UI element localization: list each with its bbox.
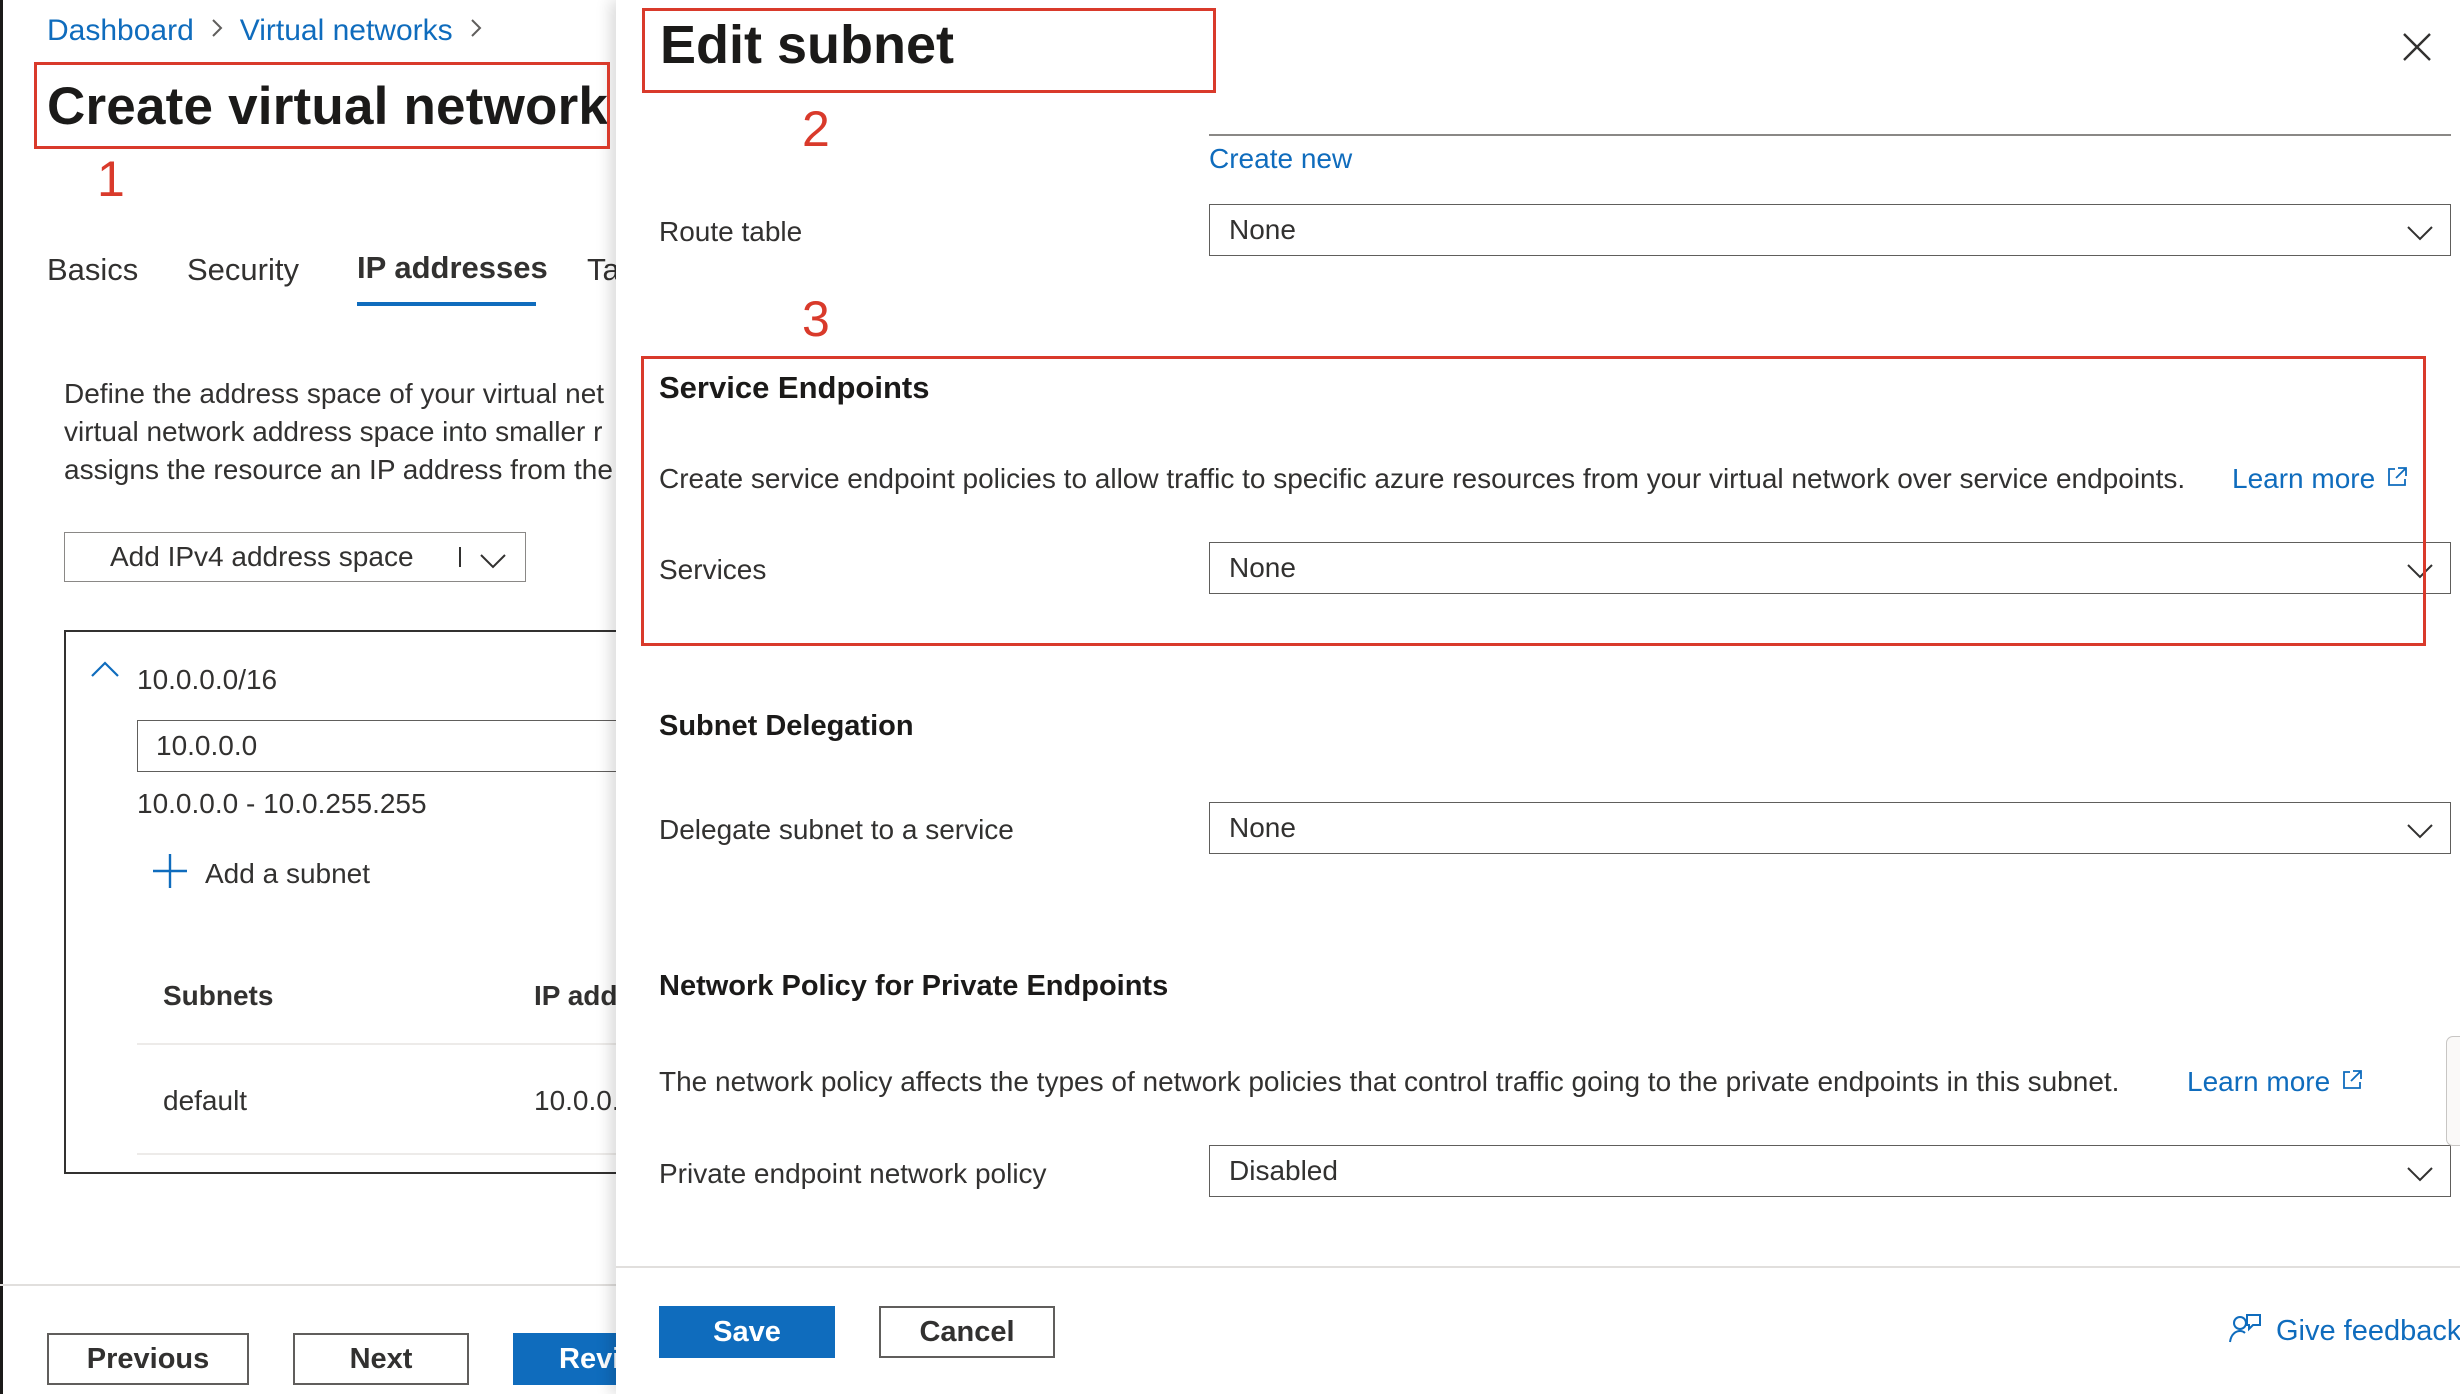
- input-underline: [1209, 134, 2451, 136]
- close-icon[interactable]: [2402, 32, 2432, 67]
- intro-line: virtual network address space into small…: [64, 416, 603, 447]
- address-range: 10.0.0.0 - 10.0.255.255: [137, 788, 427, 819]
- panel-footer-divider: [616, 1266, 2460, 1268]
- subnet-default-link[interactable]: default: [163, 1085, 247, 1117]
- breadcrumb-chevron-icon: [469, 15, 483, 47]
- learn-more-label: Learn more: [2187, 1066, 2331, 1097]
- intro-description: Define the address space of your virtual…: [64, 375, 613, 489]
- annotation-number-1: 1: [97, 151, 125, 207]
- network-policy-learn-more-link[interactable]: Learn more: [2187, 1066, 2364, 1098]
- create-new-link[interactable]: Create new: [1209, 143, 1352, 175]
- ip-address-column-header: IP add: [534, 980, 616, 1011]
- feedback-icon: [2228, 1312, 2262, 1351]
- annotation-box-2: [642, 8, 1216, 93]
- save-button[interactable]: Save: [659, 1306, 835, 1358]
- scrollbar-thumb[interactable]: [2446, 1036, 2460, 1146]
- active-tab-indicator: [357, 302, 536, 306]
- network-policy-heading: Network Policy for Private Endpoints: [659, 970, 1169, 1002]
- annotation-box-3: [641, 356, 2426, 646]
- chevron-up-icon[interactable]: [90, 658, 120, 685]
- tab-ip-addresses[interactable]: IP addresses: [357, 250, 548, 286]
- chevron-down-icon: [2406, 816, 2434, 848]
- create-vnet-page: Dashboard Virtual networks Create virtua…: [0, 0, 616, 1394]
- intro-line: assigns the resource an IP address from …: [64, 454, 613, 485]
- annotation-number-3: 3: [802, 291, 830, 347]
- tab-tags[interactable]: Ta: [587, 252, 616, 288]
- previous-button[interactable]: Previous: [47, 1333, 249, 1385]
- give-feedback-label: Give feedback: [2276, 1315, 2460, 1347]
- table-divider: [137, 1153, 616, 1155]
- next-button[interactable]: Next: [293, 1333, 469, 1385]
- breadcrumb-chevron-icon: [210, 15, 224, 47]
- address-cidr: 10.0.0.0/16: [137, 664, 278, 695]
- route-table-value: None: [1229, 214, 1296, 245]
- chevron-down-icon: [2406, 1159, 2434, 1191]
- route-table-dropdown[interactable]: None: [1209, 204, 2451, 256]
- subnets-column-header: Subnets: [163, 980, 274, 1011]
- private-endpoint-policy-dropdown[interactable]: Disabled: [1209, 1145, 2451, 1197]
- tab-basics[interactable]: Basics: [47, 252, 138, 288]
- add-subnet-button[interactable]: Add a subnet: [151, 852, 370, 895]
- breadcrumb: Dashboard Virtual networks: [47, 14, 483, 48]
- window-edge: [0, 0, 3, 1394]
- route-table-label: Route table: [659, 216, 803, 247]
- external-link-icon: [2340, 1068, 2364, 1097]
- add-ipv4-address-space-button[interactable]: Add IPv4 address space: [64, 532, 526, 582]
- table-divider: [137, 1043, 616, 1045]
- add-icon: [151, 852, 189, 895]
- delegate-subnet-value: None: [1229, 812, 1296, 843]
- add-subnet-label: Add a subnet: [205, 857, 371, 889]
- subnet-delegation-heading: Subnet Delegation: [659, 710, 914, 742]
- chevron-down-icon: [2406, 218, 2434, 250]
- breadcrumb-dashboard-link[interactable]: Dashboard: [47, 14, 194, 48]
- cancel-button[interactable]: Cancel: [879, 1306, 1055, 1358]
- give-feedback-button[interactable]: Give feedback: [2228, 1312, 2460, 1351]
- subnet-default-ip: 10.0.0.: [534, 1085, 616, 1116]
- split-divider: [459, 547, 461, 567]
- address-space-input[interactable]: 10.0.0.0: [137, 720, 616, 772]
- breadcrumb-virtual-networks-link[interactable]: Virtual networks: [240, 14, 453, 48]
- intro-line: Define the address space of your virtual…: [64, 378, 605, 409]
- delegate-subnet-label: Delegate subnet to a service: [659, 814, 1014, 845]
- annotation-number-2: 2: [802, 101, 830, 157]
- network-policy-description: The network policy affects the types of …: [659, 1066, 2120, 1097]
- tab-security[interactable]: Security: [187, 252, 299, 288]
- delegate-subnet-dropdown[interactable]: None: [1209, 802, 2451, 854]
- add-ipv4-address-space-label: Add IPv4 address space: [110, 541, 414, 572]
- chevron-down-icon[interactable]: [479, 546, 507, 578]
- private-endpoint-policy-value: Disabled: [1229, 1155, 1338, 1186]
- annotation-box-1: [34, 62, 610, 149]
- footer-divider: [0, 1284, 616, 1286]
- private-endpoint-policy-label: Private endpoint network policy: [659, 1158, 1047, 1189]
